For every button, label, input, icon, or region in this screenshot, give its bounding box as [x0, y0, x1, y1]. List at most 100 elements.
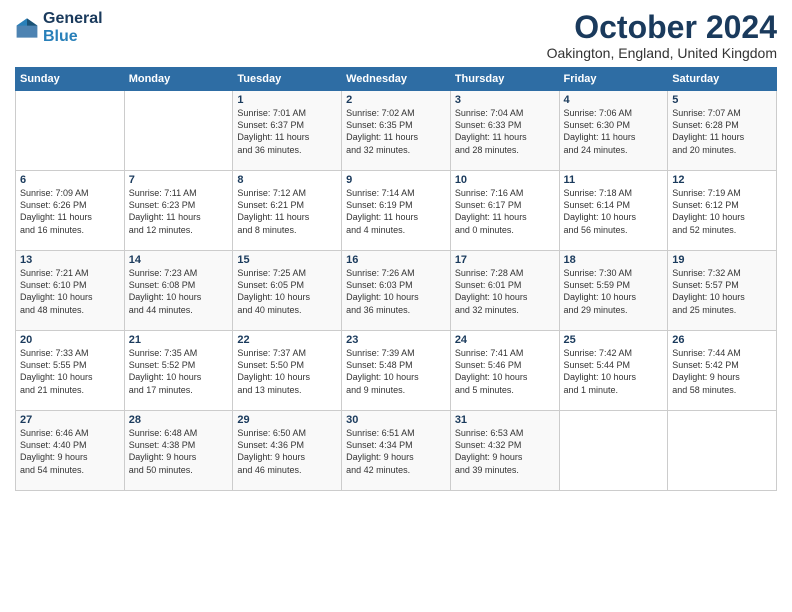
calendar-cell: [668, 411, 777, 491]
calendar-week-row: 27Sunrise: 6:46 AM Sunset: 4:40 PM Dayli…: [16, 411, 777, 491]
calendar-cell: 20Sunrise: 7:33 AM Sunset: 5:55 PM Dayli…: [16, 331, 125, 411]
day-number: 24: [455, 334, 555, 346]
day-info: Sunrise: 7:33 AM Sunset: 5:55 PM Dayligh…: [20, 347, 120, 396]
calendar-table: SundayMondayTuesdayWednesdayThursdayFrid…: [15, 67, 777, 491]
day-info: Sunrise: 7:02 AM Sunset: 6:35 PM Dayligh…: [346, 107, 446, 156]
day-number: 21: [129, 334, 229, 346]
day-number: 13: [20, 254, 120, 266]
calendar-cell: 1Sunrise: 7:01 AM Sunset: 6:37 PM Daylig…: [233, 91, 342, 171]
weekday-header: Tuesday: [233, 68, 342, 91]
calendar-cell: 19Sunrise: 7:32 AM Sunset: 5:57 PM Dayli…: [668, 251, 777, 331]
day-info: Sunrise: 7:41 AM Sunset: 5:46 PM Dayligh…: [455, 347, 555, 396]
location: Oakington, England, United Kingdom: [547, 45, 777, 61]
calendar-cell: 18Sunrise: 7:30 AM Sunset: 5:59 PM Dayli…: [559, 251, 668, 331]
day-info: Sunrise: 7:30 AM Sunset: 5:59 PM Dayligh…: [564, 267, 664, 316]
day-info: Sunrise: 7:28 AM Sunset: 6:01 PM Dayligh…: [455, 267, 555, 316]
weekday-header: Thursday: [450, 68, 559, 91]
day-number: 6: [20, 174, 120, 186]
calendar-week-row: 20Sunrise: 7:33 AM Sunset: 5:55 PM Dayli…: [16, 331, 777, 411]
day-info: Sunrise: 7:07 AM Sunset: 6:28 PM Dayligh…: [672, 107, 772, 156]
day-info: Sunrise: 7:14 AM Sunset: 6:19 PM Dayligh…: [346, 187, 446, 236]
day-info: Sunrise: 7:01 AM Sunset: 6:37 PM Dayligh…: [237, 107, 337, 156]
calendar-header: SundayMondayTuesdayWednesdayThursdayFrid…: [16, 68, 777, 91]
day-number: 16: [346, 254, 446, 266]
day-number: 30: [346, 414, 446, 426]
calendar-cell: 11Sunrise: 7:18 AM Sunset: 6:14 PM Dayli…: [559, 171, 668, 251]
calendar-cell: 12Sunrise: 7:19 AM Sunset: 6:12 PM Dayli…: [668, 171, 777, 251]
day-info: Sunrise: 7:25 AM Sunset: 6:05 PM Dayligh…: [237, 267, 337, 316]
calendar-week-row: 1Sunrise: 7:01 AM Sunset: 6:37 PM Daylig…: [16, 91, 777, 171]
calendar-cell: 13Sunrise: 7:21 AM Sunset: 6:10 PM Dayli…: [16, 251, 125, 331]
day-number: 11: [564, 174, 664, 186]
calendar-cell: [124, 91, 233, 171]
day-number: 27: [20, 414, 120, 426]
weekday-header: Monday: [124, 68, 233, 91]
calendar-cell: 31Sunrise: 6:53 AM Sunset: 4:32 PM Dayli…: [450, 411, 559, 491]
day-info: Sunrise: 6:48 AM Sunset: 4:38 PM Dayligh…: [129, 427, 229, 476]
day-info: Sunrise: 7:09 AM Sunset: 6:26 PM Dayligh…: [20, 187, 120, 236]
calendar-cell: 3Sunrise: 7:04 AM Sunset: 6:33 PM Daylig…: [450, 91, 559, 171]
day-info: Sunrise: 7:04 AM Sunset: 6:33 PM Dayligh…: [455, 107, 555, 156]
calendar-cell: 14Sunrise: 7:23 AM Sunset: 6:08 PM Dayli…: [124, 251, 233, 331]
calendar-cell: 24Sunrise: 7:41 AM Sunset: 5:46 PM Dayli…: [450, 331, 559, 411]
day-number: 2: [346, 94, 446, 106]
calendar-cell: 7Sunrise: 7:11 AM Sunset: 6:23 PM Daylig…: [124, 171, 233, 251]
calendar-cell: 15Sunrise: 7:25 AM Sunset: 6:05 PM Dayli…: [233, 251, 342, 331]
day-number: 10: [455, 174, 555, 186]
day-number: 28: [129, 414, 229, 426]
calendar-week-row: 6Sunrise: 7:09 AM Sunset: 6:26 PM Daylig…: [16, 171, 777, 251]
calendar-cell: [16, 91, 125, 171]
day-info: Sunrise: 7:37 AM Sunset: 5:50 PM Dayligh…: [237, 347, 337, 396]
calendar-cell: 22Sunrise: 7:37 AM Sunset: 5:50 PM Dayli…: [233, 331, 342, 411]
day-info: Sunrise: 7:16 AM Sunset: 6:17 PM Dayligh…: [455, 187, 555, 236]
day-info: Sunrise: 7:42 AM Sunset: 5:44 PM Dayligh…: [564, 347, 664, 396]
day-info: Sunrise: 7:21 AM Sunset: 6:10 PM Dayligh…: [20, 267, 120, 316]
calendar-cell: 2Sunrise: 7:02 AM Sunset: 6:35 PM Daylig…: [342, 91, 451, 171]
weekday-header: Saturday: [668, 68, 777, 91]
weekday-header: Friday: [559, 68, 668, 91]
day-number: 12: [672, 174, 772, 186]
day-info: Sunrise: 7:35 AM Sunset: 5:52 PM Dayligh…: [129, 347, 229, 396]
day-info: Sunrise: 7:18 AM Sunset: 6:14 PM Dayligh…: [564, 187, 664, 236]
day-number: 5: [672, 94, 772, 106]
calendar-cell: 4Sunrise: 7:06 AM Sunset: 6:30 PM Daylig…: [559, 91, 668, 171]
day-info: Sunrise: 7:32 AM Sunset: 5:57 PM Dayligh…: [672, 267, 772, 316]
calendar-cell: 17Sunrise: 7:28 AM Sunset: 6:01 PM Dayli…: [450, 251, 559, 331]
day-number: 23: [346, 334, 446, 346]
day-info: Sunrise: 7:23 AM Sunset: 6:08 PM Dayligh…: [129, 267, 229, 316]
logo: General Blue: [15, 10, 103, 45]
day-number: 1: [237, 94, 337, 106]
day-number: 8: [237, 174, 337, 186]
day-number: 9: [346, 174, 446, 186]
calendar-cell: 16Sunrise: 7:26 AM Sunset: 6:03 PM Dayli…: [342, 251, 451, 331]
logo-icon: [15, 16, 39, 40]
day-number: 22: [237, 334, 337, 346]
calendar-cell: 8Sunrise: 7:12 AM Sunset: 6:21 PM Daylig…: [233, 171, 342, 251]
title-block: October 2024 Oakington, England, United …: [547, 10, 777, 61]
day-info: Sunrise: 7:12 AM Sunset: 6:21 PM Dayligh…: [237, 187, 337, 236]
day-info: Sunrise: 6:46 AM Sunset: 4:40 PM Dayligh…: [20, 427, 120, 476]
weekday-header: Wednesday: [342, 68, 451, 91]
day-info: Sunrise: 7:44 AM Sunset: 5:42 PM Dayligh…: [672, 347, 772, 396]
calendar-body: 1Sunrise: 7:01 AM Sunset: 6:37 PM Daylig…: [16, 91, 777, 491]
day-number: 14: [129, 254, 229, 266]
calendar-cell: 27Sunrise: 6:46 AM Sunset: 4:40 PM Dayli…: [16, 411, 125, 491]
calendar-cell: 26Sunrise: 7:44 AM Sunset: 5:42 PM Dayli…: [668, 331, 777, 411]
page-header: General Blue October 2024 Oakington, Eng…: [15, 10, 777, 61]
calendar-cell: 28Sunrise: 6:48 AM Sunset: 4:38 PM Dayli…: [124, 411, 233, 491]
day-number: 31: [455, 414, 555, 426]
calendar-cell: 30Sunrise: 6:51 AM Sunset: 4:34 PM Dayli…: [342, 411, 451, 491]
day-info: Sunrise: 7:11 AM Sunset: 6:23 PM Dayligh…: [129, 187, 229, 236]
day-number: 29: [237, 414, 337, 426]
calendar-cell: 6Sunrise: 7:09 AM Sunset: 6:26 PM Daylig…: [16, 171, 125, 251]
calendar-cell: 10Sunrise: 7:16 AM Sunset: 6:17 PM Dayli…: [450, 171, 559, 251]
day-info: Sunrise: 6:53 AM Sunset: 4:32 PM Dayligh…: [455, 427, 555, 476]
day-number: 19: [672, 254, 772, 266]
day-number: 17: [455, 254, 555, 266]
day-number: 20: [20, 334, 120, 346]
calendar-cell: 25Sunrise: 7:42 AM Sunset: 5:44 PM Dayli…: [559, 331, 668, 411]
calendar-cell: 29Sunrise: 6:50 AM Sunset: 4:36 PM Dayli…: [233, 411, 342, 491]
day-info: Sunrise: 6:50 AM Sunset: 4:36 PM Dayligh…: [237, 427, 337, 476]
calendar-cell: 23Sunrise: 7:39 AM Sunset: 5:48 PM Dayli…: [342, 331, 451, 411]
day-info: Sunrise: 7:39 AM Sunset: 5:48 PM Dayligh…: [346, 347, 446, 396]
